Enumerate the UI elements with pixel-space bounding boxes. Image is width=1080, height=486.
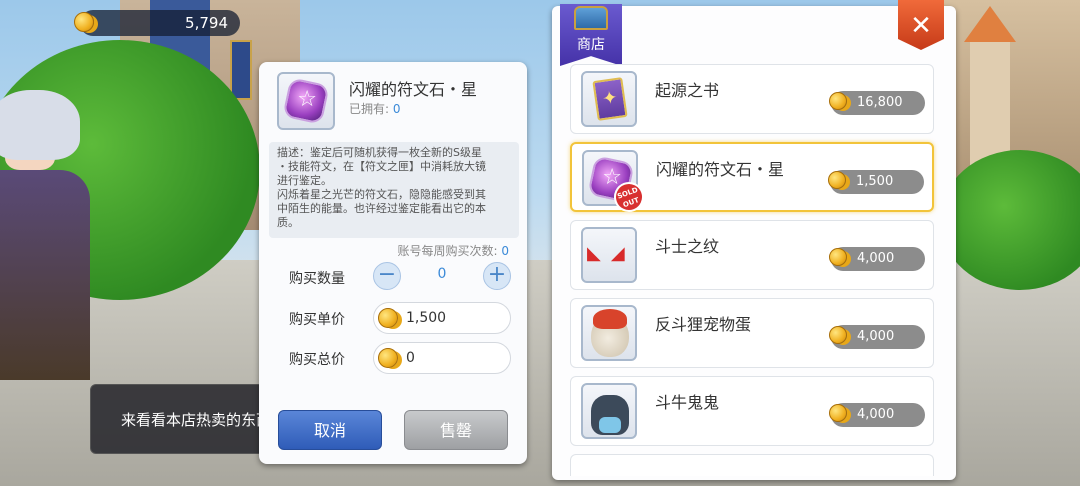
quantity-label: 购买数量: [289, 271, 345, 287]
shop-item-name: 闪耀的符文石・星: [656, 160, 785, 179]
fighter-mark-icon: ◣◢: [587, 243, 635, 264]
gold-coin-icon: [829, 326, 847, 344]
rune-stone-star-icon: ☆: [282, 77, 330, 125]
item-icon-frame: ☆: [277, 72, 335, 130]
price-value: 16,800: [857, 95, 903, 110]
shop-item-name: 斗牛鬼鬼: [655, 393, 720, 412]
sold-out-button[interactable]: 售罄: [404, 410, 508, 450]
gold-coin-icon: [828, 171, 846, 189]
shop-item-row[interactable]: ◣◢ 斗士之纹 4,000: [570, 220, 934, 290]
gold-coin-icon: [74, 12, 94, 32]
treasure-chest-icon: [574, 6, 608, 30]
weekly-value: 0: [501, 244, 509, 258]
decrease-button[interactable]: −: [373, 262, 401, 290]
gold-coin-icon: [378, 308, 398, 328]
item-icon-frame: ☆ SOLD OUT: [582, 150, 649, 217]
item-description: 描述：鉴定后可随机获得一枚全新的S级星 ・技能符文，在【符文之匣】中消耗放大镜 …: [269, 142, 519, 238]
price-value: 4,000: [857, 329, 895, 344]
desc-line: 质。: [277, 216, 299, 229]
banner: [230, 40, 252, 100]
quantity-stepper: − 0 +: [373, 260, 511, 292]
shop-item-row[interactable]: ✦ 起源之书 16,800: [570, 64, 934, 134]
desc-line: 进行鉴定。: [277, 174, 332, 187]
price-value: 4,000: [857, 251, 895, 266]
price-value: 4,000: [857, 407, 895, 422]
weekly-label: 账号每周购买次数:: [397, 244, 498, 258]
unit-price-label: 购买单价: [289, 312, 345, 328]
unit-price-field: 1,500: [373, 302, 511, 334]
owned-value: 0: [392, 102, 401, 116]
desc-line: 闪烁着星之光芒的符文石，隐隐能感受到其: [277, 188, 486, 201]
unit-price-value: 1,500: [406, 310, 447, 326]
gold-coin-icon: [378, 348, 398, 368]
shop-item-row[interactable]: 反斗狸宠物蛋 4,000: [570, 298, 934, 368]
item-icon-frame: [581, 383, 637, 439]
shop-title: 商店: [577, 37, 605, 53]
shop-item-name: 斗士之纹: [655, 237, 720, 256]
weekly-purchase-count: 账号每周购买次数: 0: [397, 242, 509, 259]
item-icon-frame: [581, 305, 637, 361]
cancel-button[interactable]: 取消: [278, 410, 382, 450]
shop-item-row-partial[interactable]: [570, 454, 934, 476]
gold-counter: 5,794: [74, 10, 240, 36]
price-value: 1,500: [856, 174, 894, 189]
toast-text: 来看看本店热卖的东西: [121, 411, 272, 429]
shop-item-row[interactable]: 斗牛鬼鬼 4,000: [570, 376, 934, 446]
player-character: [0, 80, 90, 380]
price-tag: 16,800: [829, 91, 925, 115]
quantity-value: 0: [437, 266, 447, 282]
price-tag: 4,000: [829, 247, 925, 271]
price-tag: 4,000: [829, 325, 925, 349]
total-price-value: 0: [406, 350, 415, 366]
item-detail-panel: ☆ 闪耀的符文石・星 已拥有: 0 描述：鉴定后可随机获得一枚全新的S级星 ・技…: [259, 62, 527, 464]
close-icon: ✕: [910, 11, 932, 41]
origin-book-icon: ✦: [592, 77, 628, 121]
total-price-field: 0: [373, 342, 511, 374]
item-name: 闪耀的符文石・星: [349, 80, 478, 99]
price-tag: 1,500: [828, 170, 924, 194]
price-tag: 4,000: [829, 403, 925, 427]
gold-amount: 5,794: [185, 14, 228, 32]
desc-line: 中陌生的能量。也许经过鉴定能看出它的本: [277, 202, 486, 215]
desc-line: 描述：鉴定后可随机获得一枚全新的S级星: [277, 146, 482, 159]
gold-coin-icon: [829, 92, 847, 110]
shop-item-name: 起源之书: [655, 81, 720, 100]
gold-coin-icon: [829, 248, 847, 266]
bull-ghost-icon: [591, 395, 629, 435]
shop-item-name: 反斗狸宠物蛋: [655, 315, 752, 334]
shop-item-row-selected[interactable]: ☆ SOLD OUT 闪耀的符文石・星 1,500: [570, 142, 934, 217]
increase-button[interactable]: +: [483, 262, 511, 290]
pet-egg-icon: [591, 309, 629, 357]
item-icon-frame: ✦: [581, 71, 637, 127]
gold-coin-icon: [829, 404, 847, 422]
owned-count: 已拥有: 0: [349, 100, 401, 117]
item-icon-frame: ◣◢: [581, 227, 637, 283]
desc-line: ・技能符文，在【符文之匣】中消耗放大镜: [277, 160, 486, 173]
owned-label: 已拥有:: [349, 102, 390, 116]
total-price-label: 购买总价: [289, 352, 345, 368]
